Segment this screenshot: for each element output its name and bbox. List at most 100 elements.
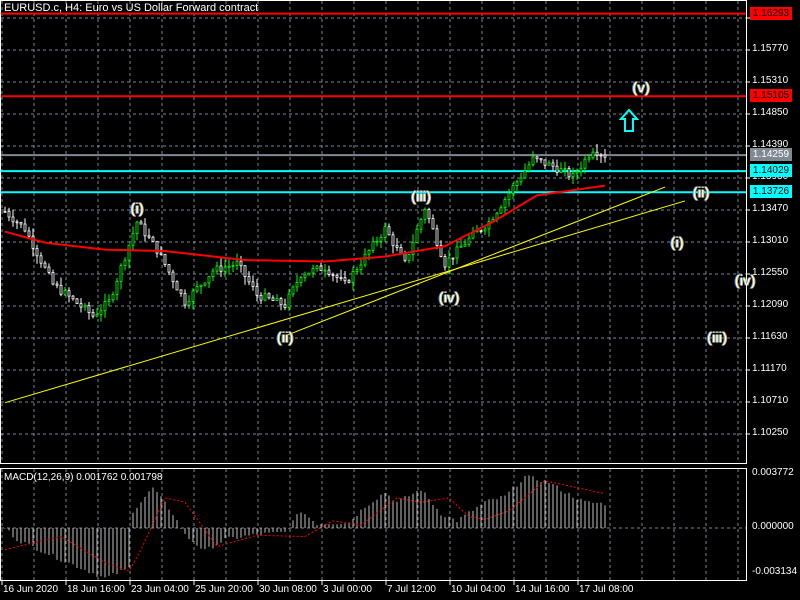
time-axis-label: 18 Jun 16:00 [67, 584, 125, 595]
bull-candle [351, 271, 355, 283]
bear-candle [239, 260, 243, 267]
bull-candle [115, 280, 119, 295]
time-axis-label: 17 Jul 08:00 [579, 584, 634, 595]
bull-candle [95, 314, 99, 317]
level-price-tag: 1.13726 [750, 185, 792, 199]
time-axis-label: 25 Jun 20:00 [195, 584, 253, 595]
price-axis-label: 1.15310 [752, 75, 789, 86]
bear-candle [15, 221, 19, 224]
bull-candle [215, 265, 219, 272]
bull-candle [463, 243, 467, 247]
bull-candle [131, 233, 135, 246]
bull-candle [363, 253, 367, 266]
price-axis-label: 1.13470 [752, 203, 789, 214]
bear-candle [43, 262, 47, 268]
bull-candle [83, 305, 87, 308]
bull-candle [323, 269, 327, 272]
bull-candle [383, 226, 387, 238]
bear-candle [247, 276, 251, 283]
bull-candle [307, 272, 311, 276]
price-axis-label: 1.10710 [752, 395, 789, 406]
bear-candle [163, 253, 167, 266]
bull-candle [375, 240, 379, 243]
bull-candle [415, 228, 419, 243]
bear-candle [403, 253, 407, 261]
bull-candle [107, 299, 111, 302]
bull-candle [511, 185, 515, 194]
elliott-wave-label: (ii) [276, 329, 294, 347]
bear-candle [387, 226, 391, 236]
bull-candle [135, 221, 139, 235]
price-axis-label: 1.12550 [752, 267, 789, 278]
bull-candle [199, 284, 203, 287]
main-pane-border [0, 0, 747, 464]
bear-candle [55, 283, 59, 286]
up-arrow-icon [618, 108, 640, 132]
bear-candle [555, 165, 559, 173]
time-axis-label: 3 Jul 00:00 [323, 584, 372, 595]
bear-candle [47, 266, 51, 273]
elliott-wave-label: (v) [632, 79, 650, 97]
bear-candle [91, 312, 95, 317]
time-axis-label: 10 Jul 04:00 [451, 584, 506, 595]
bear-candle [283, 304, 287, 308]
elliott-wave-label: (iii) [707, 329, 727, 347]
bull-candle [295, 282, 299, 288]
bull-candle [63, 290, 67, 295]
time-axis-label: 14 Jul 16:00 [515, 584, 570, 595]
moving-average-line [4, 184, 606, 263]
bull-candle [419, 218, 423, 230]
bear-candle [67, 290, 71, 297]
bear-candle [167, 264, 171, 273]
bull-candle [379, 237, 383, 242]
bull-candle [371, 241, 375, 251]
bear-candle [51, 272, 55, 285]
trendline [4, 200, 686, 404]
bull-candle [423, 209, 427, 220]
bear-candle [347, 280, 351, 283]
bear-candle [7, 211, 11, 218]
bull-candle [455, 246, 459, 259]
bull-candle [111, 293, 115, 301]
bull-candle [311, 268, 315, 274]
bull-candle [507, 192, 511, 200]
elliott-wave-label: (iii) [411, 188, 431, 206]
bull-candle [563, 168, 567, 170]
bull-candle [407, 254, 411, 261]
time-axis-label: 7 Jul 12:00 [387, 584, 436, 595]
price-chart[interactable] [0, 0, 800, 600]
bear-candle [327, 269, 331, 275]
bull-candle [191, 290, 195, 302]
price-axis-label: 1.10250 [752, 427, 789, 438]
bear-candle [331, 274, 335, 276]
bull-candle [207, 276, 211, 284]
bull-candle [203, 282, 207, 286]
bear-candle [147, 235, 151, 238]
bull-candle [559, 168, 563, 173]
bear-candle [431, 218, 435, 230]
bear-candle [391, 234, 395, 247]
bear-candle [395, 245, 399, 248]
elliott-wave-label: (i) [670, 234, 684, 252]
bull-candle [211, 270, 215, 278]
bear-candle [599, 154, 603, 157]
mt-chart-window[interactable]: EURUSD.c, H4: Euro vs US Dollar Forward … [0, 0, 800, 600]
bull-candle [231, 265, 235, 267]
level-price-tag: 1.14029 [750, 164, 792, 178]
time-axis-label: 16 Jun 2020 [3, 584, 59, 595]
bull-candle [275, 298, 279, 302]
bull-candle [459, 245, 463, 248]
bear-candle [243, 265, 247, 277]
bear-candle [71, 295, 75, 300]
bull-candle [291, 286, 295, 295]
bear-candle [139, 221, 143, 225]
bear-candle [35, 248, 39, 257]
bull-candle [355, 269, 359, 272]
bear-candle [219, 265, 223, 272]
price-axis-label: 1.13010 [752, 235, 789, 246]
bear-candle [255, 286, 259, 296]
bull-candle [503, 198, 507, 209]
bull-candle [527, 164, 531, 172]
bear-candle [443, 256, 447, 268]
bull-candle [359, 264, 363, 271]
